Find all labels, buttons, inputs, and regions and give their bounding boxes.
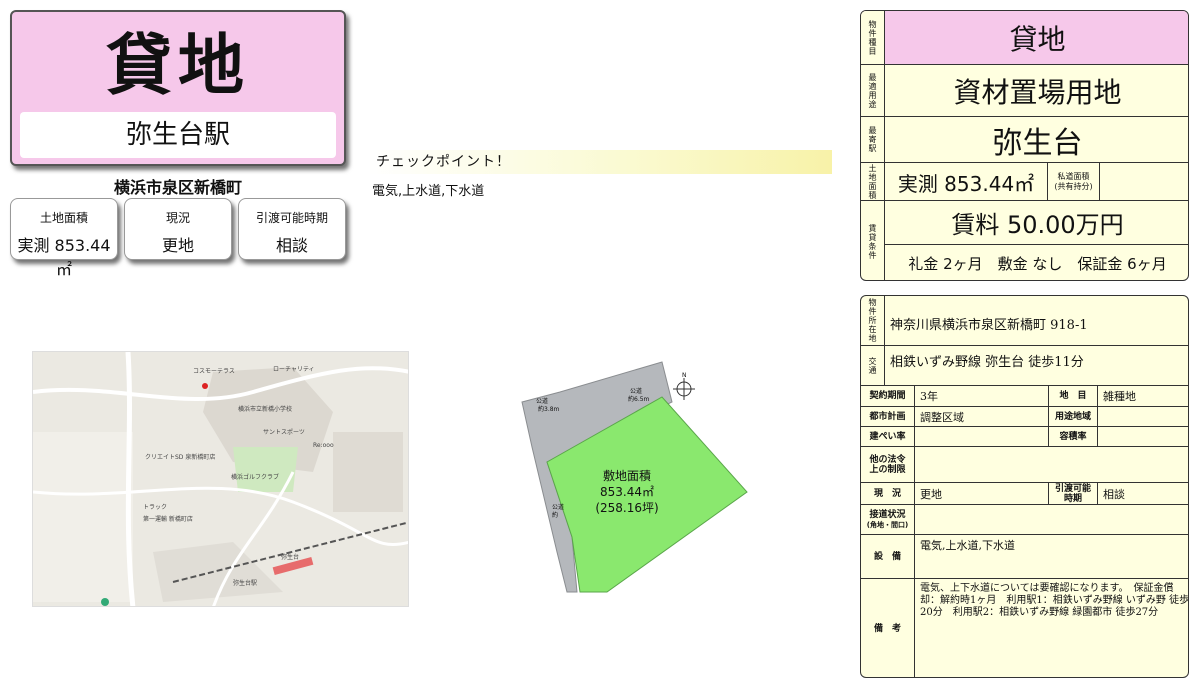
- row-label: 物件種目: [861, 11, 885, 64]
- detail-row-cityplan: 都市計画 調整区域 用途地域: [861, 407, 1188, 427]
- summary-row-rent: 賃貸条件 賃料 50.00万円 礼金 2ヶ月 敷金 なし 保証金 6ヶ月: [861, 201, 1188, 280]
- north-label: N: [682, 372, 687, 379]
- map-label: 横浜ゴルフクラブ: [231, 474, 280, 481]
- row-label: 賃貸条件: [861, 201, 885, 280]
- map-label: 弥生台駅: [233, 580, 258, 587]
- private-road-sub: (共有持分): [1054, 182, 1093, 191]
- row-label: 最寄駅: [861, 117, 885, 162]
- rent-terms: 礼金 2ヶ月 敷金 なし 保証金 6ヶ月: [908, 255, 1167, 273]
- info-card-handover: 引渡可能時期 相談: [238, 198, 346, 260]
- land-category-value: 雑種地: [1103, 390, 1136, 403]
- far-value: [1098, 427, 1188, 446]
- coverage-label: 建ぺい率: [861, 427, 915, 446]
- summary-table: 物件種目 貸地 最適用途 資材置場用地 最寄駅 弥生台 土地面積 実測 853.…: [860, 10, 1189, 281]
- handover-value: 相談: [1103, 487, 1125, 501]
- info-card-label: 引渡可能時期: [255, 211, 328, 225]
- coverage-value: [915, 427, 1048, 446]
- details-table: 物件所在地 神奈川県横浜市泉区新橋町 918-1 交通 相鉄いずみ野線 弥生台 …: [860, 295, 1189, 678]
- status-value: 更地: [920, 487, 942, 501]
- summary-type-value: 貸地: [1009, 23, 1066, 56]
- remarks-label: 備 考: [861, 579, 915, 677]
- info-card-value: 実測 853.44㎡: [17, 236, 111, 279]
- site-area-block: 敷地面積 853.44㎡ (258.16坪): [572, 468, 682, 516]
- remarks-value: 電気、上下水道については要確認になります。 保証金償却：解約時1ヶ月 利用駅1：…: [920, 583, 1189, 618]
- detail-row-road: 接道状況 (角地・間口): [861, 505, 1188, 535]
- row-label: 交通: [861, 346, 885, 385]
- city-plan-value: 調整区域: [920, 410, 964, 424]
- map-label: トラック: [143, 504, 168, 511]
- detail-row-facilities: 設 備 電気,上水道,下水道: [861, 535, 1188, 579]
- facilities-value: 電気,上水道,下水道: [920, 539, 1015, 552]
- other-law-value: [915, 447, 1188, 482]
- city-plan-label: 都市計画: [861, 407, 915, 426]
- detail-row-status: 現 況 更地 引渡可能時期 相談: [861, 483, 1188, 505]
- map-label: 弥生台: [281, 554, 300, 561]
- rent-value: 賃料 50.00万円: [885, 201, 1188, 245]
- map-label: 第一運輸 新橋町店: [143, 516, 193, 523]
- handover-label: 引渡可能時期: [1048, 483, 1098, 504]
- road-access-label: 接道状況: [869, 509, 906, 520]
- listing-type-title: 貸地: [106, 27, 250, 104]
- location-map[interactable]: コスモーテラス ローチャリティ 横浜市立新橋小学校 サントスポーツ Re:ooo…: [32, 351, 409, 607]
- status-label: 現 況: [861, 483, 915, 504]
- detail-row-otherlaw: 他の法令上の制限: [861, 447, 1188, 483]
- summary-area-value: 実測 853.44㎡: [885, 163, 1048, 201]
- site-area-tsubo: (258.16坪): [595, 501, 659, 515]
- info-card-status: 現況 更地: [124, 198, 232, 260]
- road-width: 約6.5m: [628, 396, 650, 403]
- map-label: 横浜市立新橋小学校: [238, 406, 293, 413]
- map-label: クリエイトSD 泉新橋町店: [145, 454, 216, 461]
- facilities-label: 設 備: [861, 535, 915, 578]
- station-name: 弥生台駅: [20, 112, 336, 158]
- info-card-label: 土地面積: [39, 211, 88, 225]
- site-plan: N 公道 約3.8m 公道 約6.5m 公道 約 敷地面積 853.44㎡ (2…: [512, 352, 762, 602]
- detail-row-coverage: 建ぺい率 容積率: [861, 427, 1188, 447]
- far-label: 容積率: [1048, 427, 1098, 446]
- detail-row-location: 物件所在地 神奈川県横浜市泉区新橋町 918-1: [861, 296, 1188, 346]
- info-card-label: 現況: [165, 211, 190, 225]
- info-card-area: 土地面積 実測 853.44㎡: [10, 198, 118, 279]
- road-access-sub: (角地・間口): [866, 520, 909, 529]
- detail-row-remarks: 備 考 電気、上下水道については要確認になります。 保証金償却：解約時1ヶ月 利…: [861, 579, 1189, 677]
- map-graphic: [33, 352, 408, 606]
- road-width: 約: [552, 512, 559, 519]
- contract-label: 契約期間: [861, 386, 915, 406]
- map-label: サントスポーツ: [263, 429, 305, 436]
- summary-use-value: 資材置場用地: [953, 76, 1122, 109]
- checkpoint-heading: チェックポイント！: [368, 150, 832, 174]
- title-card: 貸地 弥生台駅: [10, 10, 346, 166]
- road-access-value: [915, 505, 1188, 534]
- summary-row-station: 最寄駅 弥生台: [861, 117, 1188, 163]
- address-short: 横浜市泉区新橋町: [113, 178, 242, 197]
- road-width: 約3.8m: [538, 406, 560, 413]
- road-access-label-cell: 接道状況 (角地・間口): [861, 505, 915, 534]
- summary-station-value: 弥生台: [992, 126, 1083, 161]
- row-label: 土地面積: [861, 163, 885, 200]
- detail-row-transport: 交通 相鉄いずみ野線 弥生台 徒歩11分: [861, 346, 1188, 386]
- site-area-label: 敷地面積: [602, 469, 651, 483]
- summary-row-type: 物件種目 貸地: [861, 11, 1188, 65]
- info-card-value: 更地: [161, 236, 194, 255]
- location-value: 神奈川県横浜市泉区新橋町 918-1: [890, 318, 1088, 333]
- land-category-label: 地 目: [1048, 386, 1098, 406]
- contract-value: 3年: [920, 390, 938, 403]
- info-card-value: 相談: [275, 236, 308, 255]
- checkpoint-text: 電気,上水道,下水道: [372, 184, 485, 199]
- zoning-value: [1098, 407, 1188, 426]
- zoning-label: 用途地域: [1048, 407, 1098, 426]
- private-road-label: 私道面積: [1057, 172, 1090, 181]
- transport-value: 相鉄いずみ野線 弥生台 徒歩11分: [890, 355, 1084, 370]
- row-label: 物件所在地: [861, 296, 885, 345]
- private-road-label-cell: 私道面積 (共有持分): [1048, 163, 1100, 201]
- detail-row-contract: 契約期間 3年 地 目 雑種地: [861, 386, 1188, 407]
- summary-row-use: 最適用途 資材置場用地: [861, 65, 1188, 117]
- map-label: Re:ooo: [313, 442, 334, 449]
- summary-row-area: 土地面積 実測 853.44㎡ 私道面積 (共有持分): [861, 163, 1188, 201]
- row-label: 最適用途: [861, 65, 885, 116]
- map-label: コスモーテラス: [193, 368, 235, 375]
- other-law-label: 他の法令上の制限: [861, 447, 915, 482]
- map-label: ローチャリティ: [273, 366, 315, 373]
- site-area-sqm: 853.44㎡: [600, 485, 654, 499]
